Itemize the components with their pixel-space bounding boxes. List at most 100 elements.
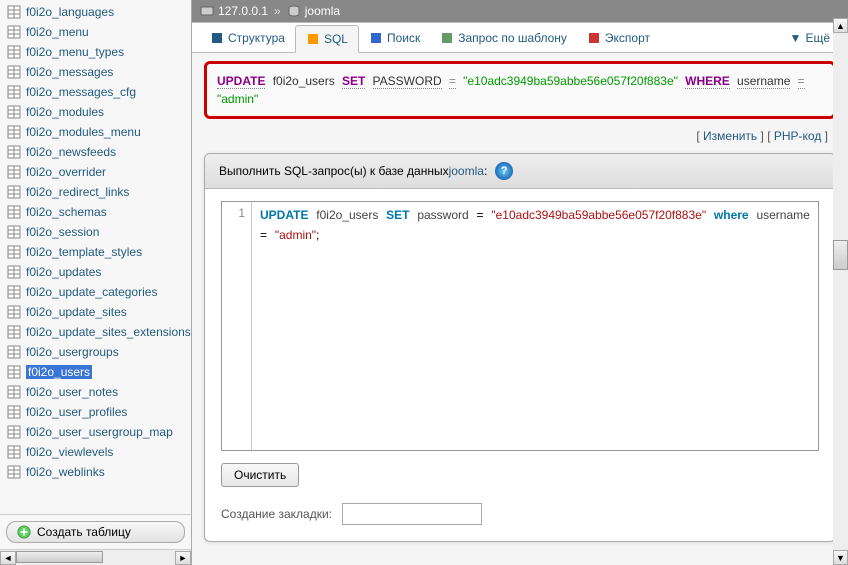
table-icon: [6, 224, 22, 240]
table-icon: [6, 24, 22, 40]
table-icon: [6, 144, 22, 160]
e-value: "e10adc3949ba59abbe56e057f20f883e": [491, 208, 706, 222]
panel-db[interactable]: joomla: [449, 164, 484, 178]
table-icon: [6, 284, 22, 300]
breadcrumb-db[interactable]: joomla: [305, 4, 340, 18]
table-item[interactable]: f0i2o_users: [6, 362, 185, 382]
table-icon: [6, 204, 22, 220]
table-item[interactable]: f0i2o_viewlevels: [6, 442, 185, 462]
plus-icon: [17, 525, 31, 539]
table-icon: [6, 164, 22, 180]
breadcrumb-host[interactable]: 127.0.0.1: [218, 4, 268, 18]
table-item[interactable]: f0i2o_overrider: [6, 162, 185, 182]
vscroll-thumb[interactable]: [833, 240, 848, 270]
table-icon: [6, 124, 22, 140]
table-item[interactable]: f0i2o_schemas: [6, 202, 185, 222]
table-name: f0i2o_update_categories: [26, 285, 157, 299]
e-set: SET: [386, 208, 409, 222]
tab-label: Структура: [228, 31, 285, 45]
table-item[interactable]: f0i2o_template_styles: [6, 242, 185, 262]
table-name: f0i2o_template_styles: [26, 245, 142, 259]
sidebar-hscrollbar[interactable]: ◄ ►: [0, 549, 191, 565]
tab-sql[interactable]: SQL: [295, 25, 359, 53]
table-icon: [6, 4, 22, 20]
scroll-track[interactable]: [16, 551, 175, 565]
tab-запрос по шаблону[interactable]: Запрос по шаблону: [430, 23, 577, 52]
query-cond-value: "admin": [217, 92, 258, 106]
editor-gutter: 1: [222, 202, 252, 450]
table-item[interactable]: f0i2o_languages: [6, 2, 185, 22]
more-label: Ещё: [805, 31, 830, 45]
editor-code[interactable]: UPDATE f0i2o_users SET password = "e10ad…: [252, 202, 818, 450]
table-item[interactable]: f0i2o_weblinks: [6, 462, 185, 482]
table-item[interactable]: f0i2o_redirect_links: [6, 182, 185, 202]
table-name: f0i2o_usergroups: [26, 345, 119, 359]
table-name: f0i2o_menu: [26, 25, 89, 39]
table-item[interactable]: f0i2o_messages: [6, 62, 185, 82]
query-cond-field: username: [737, 74, 790, 89]
table-item[interactable]: f0i2o_user_usergroup_map: [6, 422, 185, 442]
table-item[interactable]: f0i2o_menu_types: [6, 42, 185, 62]
table-item[interactable]: f0i2o_newsfeeds: [6, 142, 185, 162]
table-name: f0i2o_modules_menu: [26, 125, 141, 139]
bookmark-label: Создание закладки:: [221, 507, 332, 521]
table-item[interactable]: f0i2o_user_profiles: [6, 402, 185, 422]
table-item[interactable]: f0i2o_update_categories: [6, 282, 185, 302]
bookmark-input[interactable]: [342, 503, 482, 525]
tab-экспорт[interactable]: Экспорт: [577, 23, 660, 52]
query-table: f0i2o_users: [273, 74, 335, 88]
query-links: [ Изменить ] [ PHP-код ]: [204, 125, 836, 153]
breadcrumb: 127.0.0.1 » joomla: [192, 0, 848, 22]
scroll-up-icon[interactable]: ▲: [833, 18, 848, 33]
tabs: Структура SQLПоискЗапрос по шаблону Экспор…: [192, 22, 848, 53]
table-item[interactable]: f0i2o_update_sites_extensions: [6, 322, 185, 342]
table-item[interactable]: f0i2o_messages_cfg: [6, 82, 185, 102]
content: UPDATE f0i2o_users SET PASSWORD = "e10ad…: [192, 53, 848, 565]
tab-icon: [306, 32, 320, 46]
scroll-thumb[interactable]: [16, 551, 103, 563]
sql-editor[interactable]: 1 UPDATE f0i2o_users SET password = "e10…: [221, 201, 819, 451]
table-name: f0i2o_users: [26, 365, 92, 379]
table-name: f0i2o_modules: [26, 105, 104, 119]
main-vscrollbar[interactable]: ▲ ▼: [833, 18, 848, 565]
table-icon: [6, 464, 22, 480]
table-icon: [6, 424, 22, 440]
table-name: f0i2o_messages_cfg: [26, 85, 136, 99]
table-name: f0i2o_user_profiles: [26, 405, 127, 419]
table-list[interactable]: f0i2o_languages f0i2o_menu f0i2o_menu_type…: [0, 0, 191, 514]
table-item[interactable]: f0i2o_updates: [6, 262, 185, 282]
scroll-down-icon[interactable]: ▼: [833, 550, 848, 565]
php-link[interactable]: PHP-код: [774, 129, 821, 143]
tab-поиск[interactable]: Поиск: [359, 23, 430, 52]
help-icon[interactable]: ?: [495, 162, 513, 180]
query-field: PASSWORD: [373, 74, 442, 89]
tab-структура[interactable]: Структура: [200, 23, 295, 52]
sidebar: f0i2o_languages f0i2o_menu f0i2o_menu_type…: [0, 0, 192, 565]
table-icon: [6, 244, 22, 260]
edit-link[interactable]: Изменить: [703, 129, 757, 143]
table-name: f0i2o_user_notes: [26, 385, 118, 399]
table-icon: [6, 84, 22, 100]
tab-label: Экспорт: [605, 31, 650, 45]
tab-icon: [369, 31, 383, 45]
kw-where: WHERE: [685, 74, 730, 89]
table-item[interactable]: f0i2o_user_notes: [6, 382, 185, 402]
table-item[interactable]: f0i2o_modules: [6, 102, 185, 122]
vscroll-track[interactable]: [833, 33, 848, 550]
chevron-down-icon: ▼: [790, 31, 802, 45]
scroll-right-icon[interactable]: ►: [175, 551, 191, 565]
tab-more[interactable]: ▼Ещё: [780, 23, 840, 52]
clear-button[interactable]: Очистить: [221, 463, 299, 487]
e-where: where: [714, 208, 749, 222]
table-item[interactable]: f0i2o_usergroups: [6, 342, 185, 362]
table-item[interactable]: f0i2o_session: [6, 222, 185, 242]
tab-icon: [210, 31, 224, 45]
table-item[interactable]: f0i2o_modules_menu: [6, 122, 185, 142]
e-table: f0i2o_users: [316, 208, 378, 222]
table-item[interactable]: f0i2o_menu: [6, 22, 185, 42]
table-name: f0i2o_redirect_links: [26, 185, 129, 199]
scroll-left-icon[interactable]: ◄: [0, 551, 16, 565]
create-table-button[interactable]: Создать таблицу: [6, 521, 185, 543]
table-icon: [6, 104, 22, 120]
table-item[interactable]: f0i2o_update_sites: [6, 302, 185, 322]
